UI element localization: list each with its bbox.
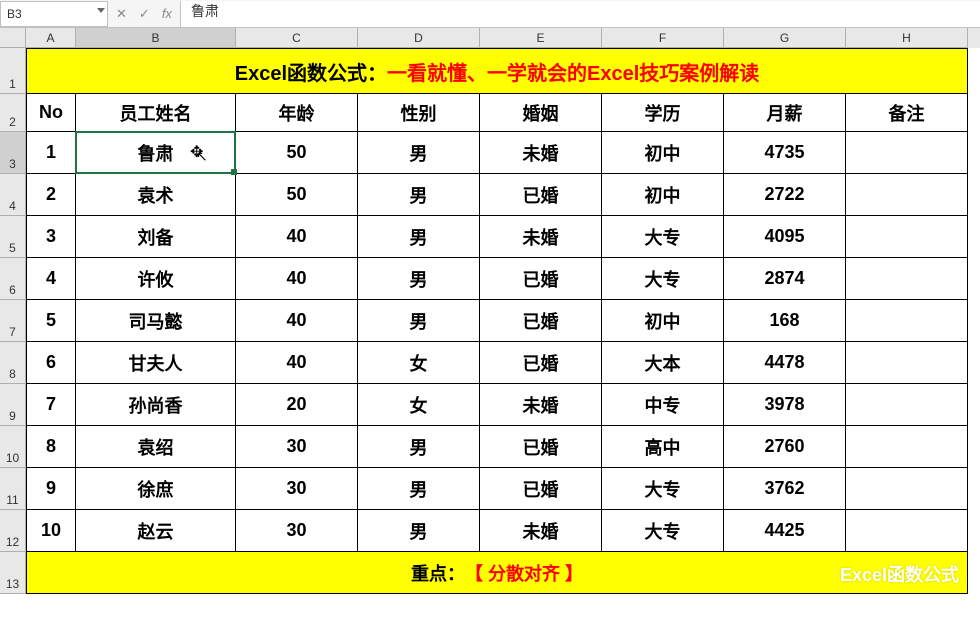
watermark: Excel函数公式 — [840, 561, 959, 587]
header-gender[interactable]: 性别 — [358, 94, 480, 132]
title-cell[interactable]: Excel函数公式： 一看就懂、一学就会的Excel技巧案例解读 — [26, 48, 968, 94]
table-row: 3 1 鲁肃 50 男 未婚 初中 4735 — [0, 132, 980, 174]
row-header[interactable]: 1 — [0, 48, 26, 94]
col-header-e[interactable]: E — [480, 28, 602, 48]
name-box[interactable]: B3 — [0, 1, 108, 27]
header-name[interactable]: 员工姓名 — [76, 94, 236, 132]
row-header[interactable]: 4 — [0, 174, 26, 216]
cancel-icon[interactable]: ✕ — [116, 6, 127, 22]
table-row: 2 No 员工姓名 年龄 性别 婚姻 学历 月薪 备注 — [0, 94, 980, 132]
row-header[interactable]: 3 — [0, 132, 26, 174]
row-header[interactable]: 2 — [0, 94, 26, 132]
table-row: 11 9 徐庶 30 男 已婚 大专 3762 — [0, 468, 980, 510]
title-main: 一看就懂、一学就会的Excel技巧案例解读 — [387, 57, 759, 86]
active-cell[interactable]: 鲁肃 — [76, 132, 236, 174]
col-header-b[interactable]: B — [76, 28, 236, 48]
col-header-a[interactable]: A — [26, 28, 76, 48]
col-header-h[interactable]: H — [846, 28, 968, 48]
row-header[interactable]: 6 — [0, 258, 26, 300]
row-header[interactable]: 9 — [0, 384, 26, 426]
header-age[interactable]: 年龄 — [236, 94, 358, 132]
confirm-icon[interactable]: ✓ — [139, 6, 150, 22]
row-header[interactable]: 11 — [0, 468, 26, 510]
table-row: 6 4 许攸 40 男 已婚 大专 2874 — [0, 258, 980, 300]
table-row: 12 10 赵云 30 男 未婚 大专 4425 — [0, 510, 980, 552]
footer-main: 【 分散对齐 】 — [465, 560, 583, 586]
header-marriage[interactable]: 婚姻 — [480, 94, 602, 132]
header-education[interactable]: 学历 — [602, 94, 724, 132]
row-header[interactable]: 10 — [0, 426, 26, 468]
table-row: 7 5 司马懿 40 男 已婚 初中 168 — [0, 300, 980, 342]
table-row: 1 Excel函数公式： 一看就懂、一学就会的Excel技巧案例解读 — [0, 48, 980, 94]
row-header[interactable]: 5 — [0, 216, 26, 258]
footer-prefix: 重点： — [411, 560, 465, 586]
col-header-c[interactable]: C — [236, 28, 358, 48]
col-header-d[interactable]: D — [358, 28, 480, 48]
footer-cell[interactable]: 重点： 【 分散对齐 】 Excel函数公式 — [26, 552, 968, 594]
row-header[interactable]: 13 — [0, 552, 26, 594]
table-row: 9 7 孙尚香 20 女 未婚 中专 3978 — [0, 384, 980, 426]
formula-buttons: ✕ ✓ fx — [108, 1, 181, 27]
select-all-corner[interactable] — [0, 28, 26, 48]
formula-input[interactable]: 鲁肃 — [181, 1, 980, 27]
col-header-g[interactable]: G — [724, 28, 846, 48]
header-remark[interactable]: 备注 — [846, 94, 968, 132]
name-box-value: B3 — [7, 7, 22, 21]
fx-icon[interactable]: fx — [162, 6, 172, 21]
column-headers: A B C D E F G H — [0, 28, 980, 48]
header-salary[interactable]: 月薪 — [724, 94, 846, 132]
row-header[interactable]: 7 — [0, 300, 26, 342]
row-header[interactable]: 12 — [0, 510, 26, 552]
title-prefix: Excel函数公式： — [235, 57, 387, 86]
spreadsheet-grid: 1 Excel函数公式： 一看就懂、一学就会的Excel技巧案例解读 2 No … — [0, 48, 980, 594]
formula-bar: B3 ✕ ✓ fx 鲁肃 — [0, 0, 980, 28]
table-row: 13 重点： 【 分散对齐 】 Excel函数公式 — [0, 552, 980, 594]
table-row: 8 6 甘夫人 40 女 已婚 大本 4478 — [0, 342, 980, 384]
header-no[interactable]: No — [26, 94, 76, 132]
row-header[interactable]: 8 — [0, 342, 26, 384]
dropdown-icon[interactable] — [97, 8, 105, 13]
table-row: 5 3 刘备 40 男 未婚 大专 4095 — [0, 216, 980, 258]
table-row: 10 8 袁绍 30 男 已婚 高中 2760 — [0, 426, 980, 468]
col-header-f[interactable]: F — [602, 28, 724, 48]
table-row: 4 2 袁术 50 男 已婚 初中 2722 — [0, 174, 980, 216]
